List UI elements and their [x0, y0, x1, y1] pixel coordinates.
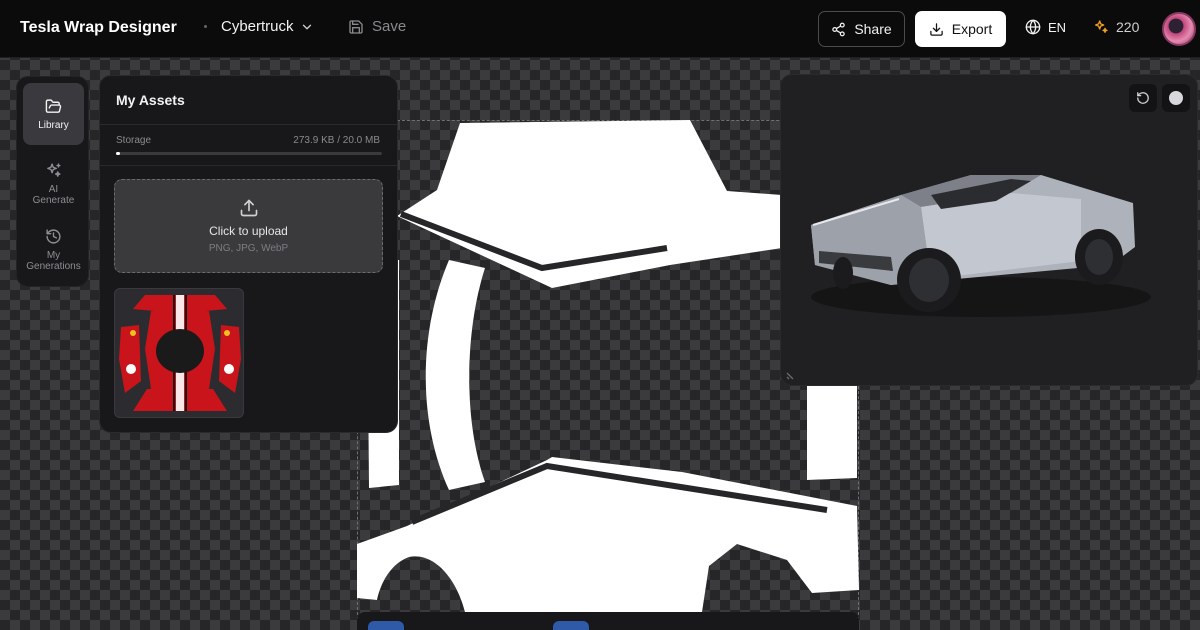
chevron-down-icon — [302, 24, 311, 29]
sidebar-item-label: Library — [38, 119, 69, 131]
cybertruck-3d-model — [811, 175, 1151, 317]
template-panel-side — [357, 457, 859, 612]
template-panel-right-strip — [807, 386, 857, 480]
credits-badge: 220 — [1093, 19, 1139, 35]
upload-dropzone[interactable]: Click to upload PNG, JPG, WebP — [114, 179, 383, 273]
storage-label: Storage — [116, 135, 152, 146]
canvas-toolbar — [357, 612, 859, 630]
export-button-label: Export — [951, 21, 993, 37]
toolbar-button[interactable] — [368, 621, 404, 630]
folder-open-icon — [45, 98, 62, 113]
resize-handle-icon[interactable] — [785, 369, 797, 381]
storage-progress-track — [116, 152, 382, 155]
app-title: Tesla Wrap Designer — [20, 19, 177, 36]
divider — [100, 124, 397, 125]
wrap-asset-preview-image — [119, 295, 241, 411]
divider — [100, 165, 397, 166]
sidebar-item-my-generations[interactable]: My Generations — [23, 219, 84, 281]
save-button[interactable]: Save — [348, 18, 406, 35]
sidebar-item-ai-generate[interactable]: AI Generate — [23, 153, 84, 215]
share-button[interactable]: Share — [818, 11, 905, 47]
language-label: EN — [1048, 19, 1067, 35]
history-icon — [46, 229, 61, 244]
download-icon — [930, 22, 943, 36]
globe-icon — [1025, 19, 1041, 35]
top-bar: Tesla Wrap Designer Cybertruck Save Shar… — [0, 0, 1200, 58]
sidebar-item-label: My Generations — [26, 250, 81, 272]
share-button-label: Share — [854, 21, 892, 37]
language-button[interactable]: EN — [1025, 19, 1066, 35]
3d-preview-panel[interactable] — [780, 74, 1198, 386]
save-icon — [349, 19, 363, 34]
assets-panel-title: My Assets — [116, 92, 185, 108]
model-select[interactable]: Cybertruck — [204, 18, 314, 35]
model-select-label: Cybertruck — [221, 18, 294, 35]
sparkles-icon — [1095, 20, 1108, 33]
sidebar-rail: Library AI Generate My Generations — [16, 76, 89, 287]
avatar[interactable] — [1162, 12, 1196, 46]
save-button-label: Save — [372, 18, 407, 35]
assets-panel: My Assets Storage 273.9 KB / 20.0 MB Cli… — [99, 75, 398, 433]
upload-icon — [240, 199, 257, 217]
storage-progress-fill — [116, 152, 120, 155]
upload-label: Click to upload — [209, 224, 288, 238]
asset-thumbnail[interactable] — [114, 288, 244, 418]
export-button[interactable]: Export — [915, 11, 1006, 47]
upload-hint: PNG, JPG, WebP — [208, 243, 289, 254]
share-icon — [832, 22, 846, 36]
storage-value: 273.9 KB / 20.0 MB — [293, 135, 380, 146]
sidebar-item-library[interactable]: Library — [23, 83, 84, 145]
sidebar-item-label: AI Generate — [32, 184, 75, 206]
separator-dot — [204, 25, 207, 28]
credits-count: 220 — [1116, 19, 1140, 35]
toolbar-button[interactable] — [553, 621, 589, 630]
sparkles-icon — [47, 163, 61, 177]
template-panel-windshield — [425, 260, 485, 490]
